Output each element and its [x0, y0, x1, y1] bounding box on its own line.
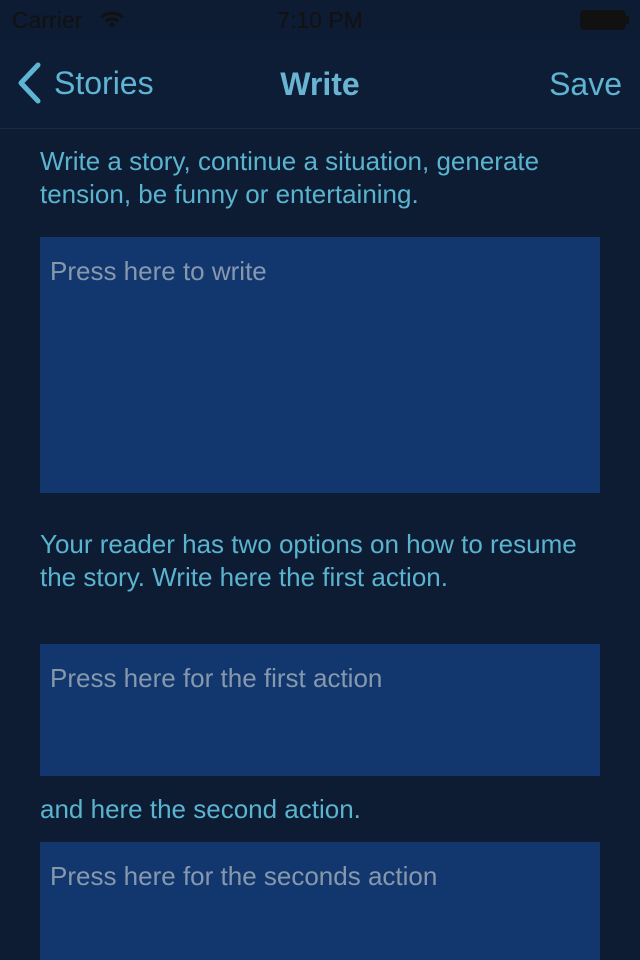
page-title: Write — [280, 66, 360, 102]
save-button[interactable]: Save — [549, 66, 622, 103]
navigation-bar: Stories Write Save — [0, 40, 640, 129]
first-action-field[interactable] — [40, 644, 600, 776]
options-text: Your reader has two options on how to re… — [40, 529, 577, 592]
intro-text: Write a story, continue a situation, gen… — [40, 146, 540, 209]
second-action-text: and here the second action. — [40, 794, 361, 824]
status-bar: Carrier 7:10 PM — [0, 0, 640, 40]
status-time: 7:10 PM — [277, 7, 363, 33]
second-action-field[interactable] — [40, 842, 600, 960]
story-text-field[interactable] — [40, 237, 600, 493]
battery-icon — [580, 10, 629, 30]
write-screen: Carrier 7:10 PM Stories Write Save Write… — [0, 0, 640, 960]
